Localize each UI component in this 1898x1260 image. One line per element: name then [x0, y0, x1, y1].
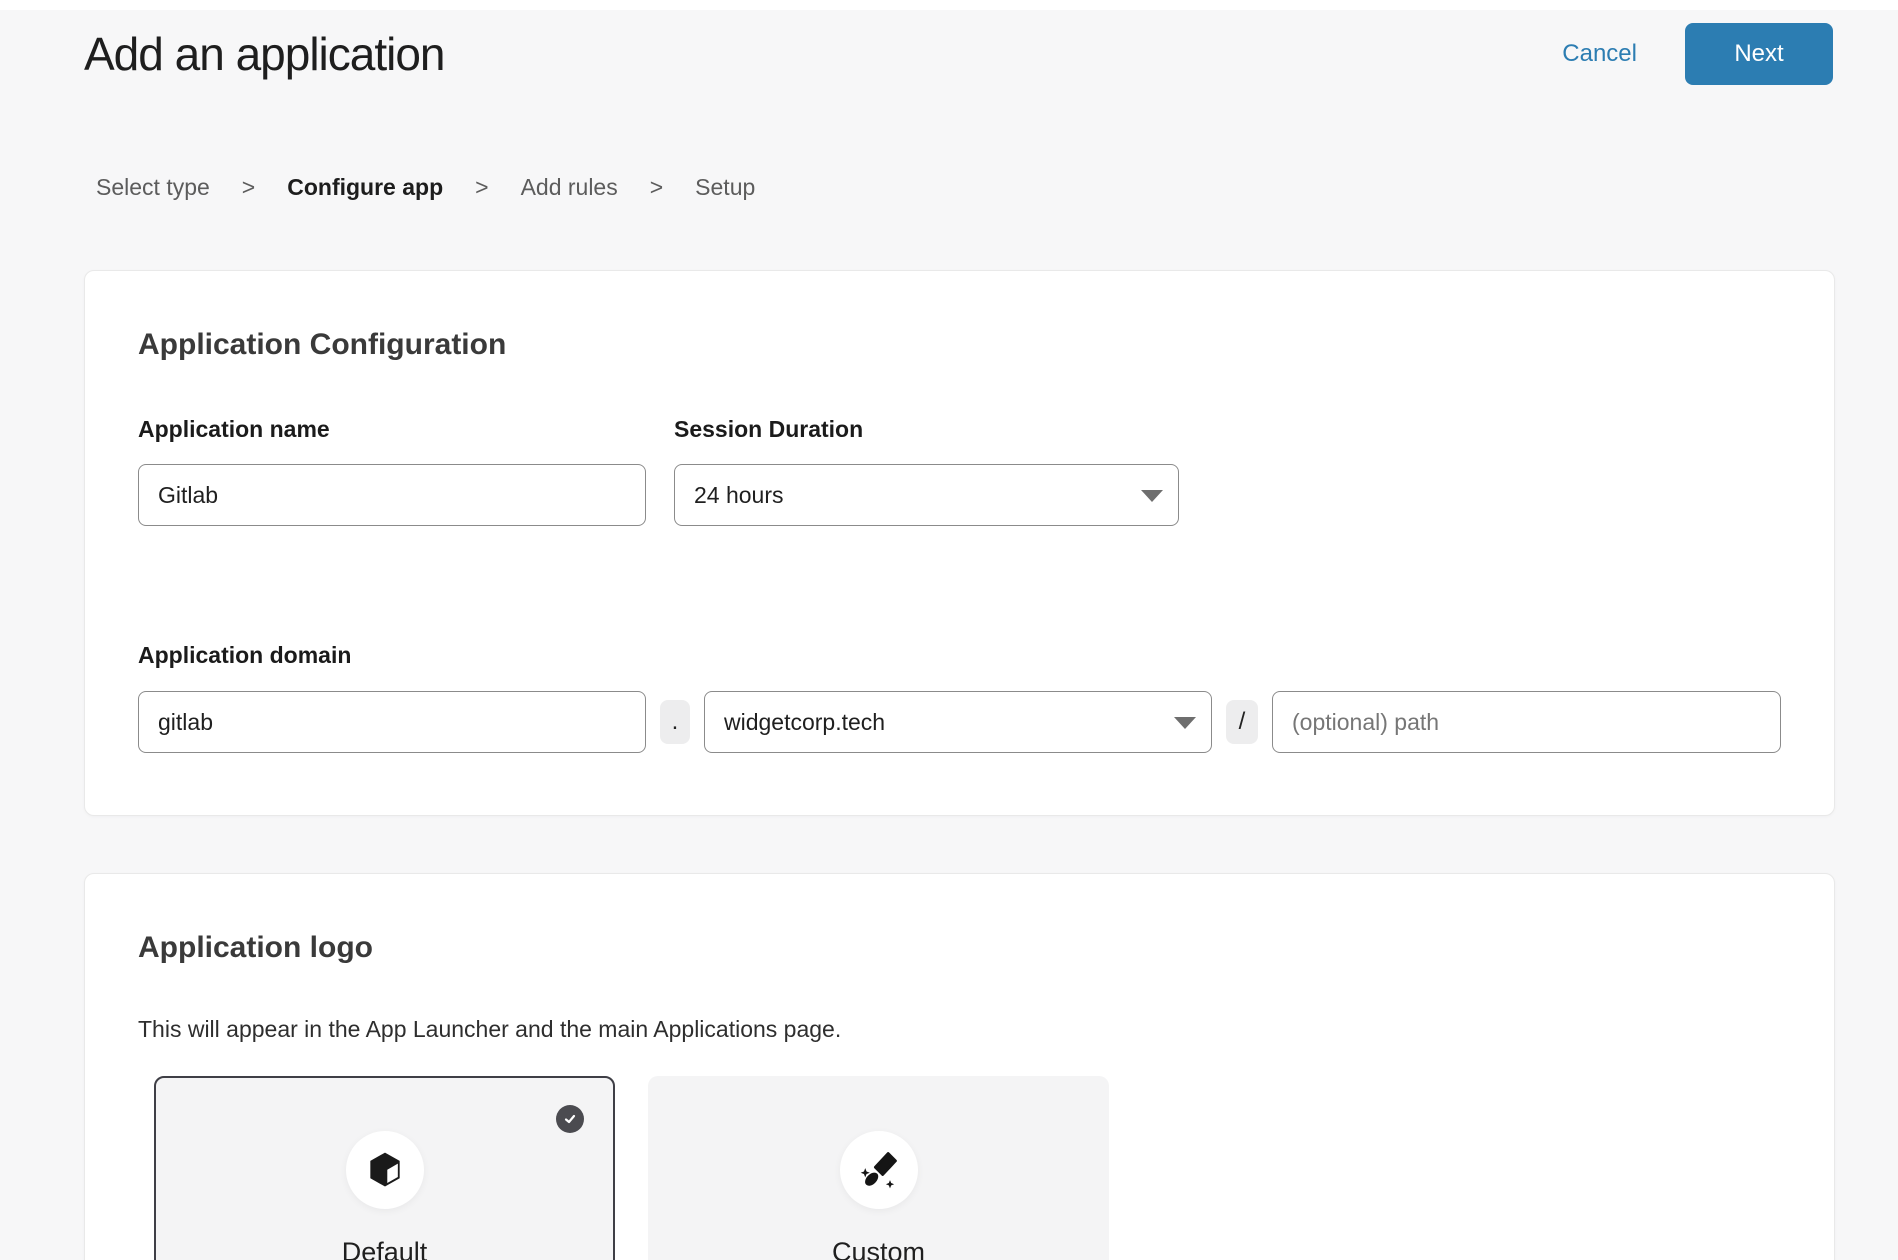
next-button[interactable]: Next: [1685, 23, 1833, 85]
paintbrush-icon: [857, 1148, 901, 1192]
application-name-input[interactable]: [138, 464, 646, 526]
application-configuration-heading: Application Configuration: [138, 327, 1781, 363]
cube-icon: [363, 1148, 407, 1192]
slash-separator: /: [1226, 700, 1258, 744]
breadcrumb-step-setup[interactable]: Setup: [695, 172, 755, 202]
logo-option-label: Custom: [650, 1237, 1107, 1260]
session-duration-label: Session Duration: [674, 415, 1179, 443]
breadcrumb-step-configure-app[interactable]: Configure app: [287, 172, 443, 202]
custom-logo-circle: [840, 1131, 918, 1209]
logo-option-tiles: Default Custom: [154, 1076, 1781, 1260]
application-name-field-group: Application name: [138, 415, 646, 526]
dot-separator: .: [660, 700, 690, 744]
path-input[interactable]: [1272, 691, 1781, 753]
default-logo-circle: [346, 1131, 424, 1209]
application-domain-label: Application domain: [138, 641, 1781, 669]
application-domain-row: . widgetcorp.tech /: [138, 691, 1781, 753]
selected-check-badge: [556, 1105, 584, 1133]
session-duration-value: 24 hours: [694, 482, 784, 509]
logo-option-custom[interactable]: Custom: [648, 1076, 1109, 1260]
page-title: Add an application: [84, 27, 445, 81]
chevron-down-icon: [1174, 717, 1196, 729]
name-duration-row: Application name Session Duration 24 hou…: [138, 415, 1781, 526]
domain-select[interactable]: widgetcorp.tech: [704, 691, 1212, 753]
top-bar: Add an application Cancel Next: [0, 10, 1898, 85]
session-duration-select[interactable]: 24 hours: [674, 464, 1179, 526]
subdomain-input[interactable]: [138, 691, 646, 753]
application-logo-card: Application logo This will appear in the…: [84, 873, 1835, 1260]
logo-option-label: Default: [156, 1237, 613, 1260]
application-name-label: Application name: [138, 415, 646, 443]
application-logo-description: This will appear in the App Launcher and…: [138, 1014, 1781, 1044]
application-configuration-card: Application Configuration Application na…: [84, 270, 1835, 816]
domain-value: widgetcorp.tech: [724, 709, 885, 736]
cancel-button[interactable]: Cancel: [1562, 40, 1637, 68]
logo-option-default[interactable]: Default: [154, 1076, 615, 1260]
breadcrumb-step-select-type[interactable]: Select type: [96, 172, 210, 202]
breadcrumb-separator: >: [475, 172, 488, 202]
session-duration-field-group: Session Duration 24 hours: [674, 415, 1179, 526]
topbar-actions: Cancel Next: [1562, 23, 1833, 85]
breadcrumb-separator: >: [650, 172, 663, 202]
breadcrumb-step-add-rules[interactable]: Add rules: [521, 172, 618, 202]
breadcrumb-separator: >: [242, 172, 255, 202]
breadcrumb: Select type > Configure app > Add rules …: [96, 172, 1898, 202]
page: Add an application Cancel Next Select ty…: [0, 10, 1898, 1260]
check-icon: [562, 1111, 578, 1127]
application-logo-heading: Application logo: [138, 930, 1781, 966]
chevron-down-icon: [1141, 490, 1163, 502]
